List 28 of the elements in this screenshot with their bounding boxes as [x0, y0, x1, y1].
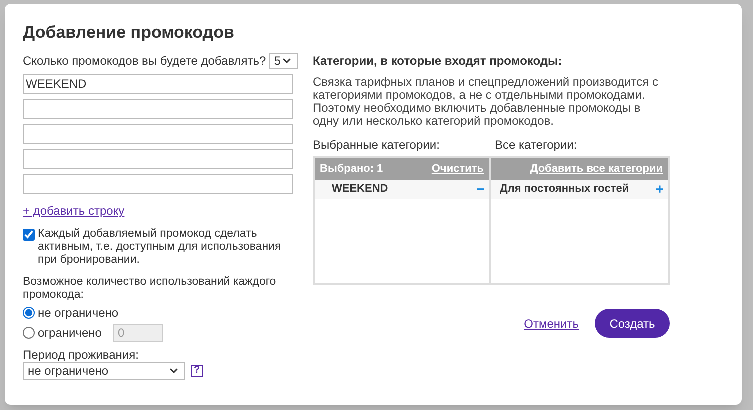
promo-code-field[interactable]: WEEKEND	[23, 74, 293, 94]
promo-code-field[interactable]	[23, 149, 293, 169]
category-row[interactable]: WEEKEND −	[315, 180, 489, 199]
activate-checkbox[interactable]	[23, 229, 35, 241]
usage-option-label: не ограничено	[38, 305, 119, 322]
categories-description: Связка тарифных планов и спецпредложений производится с категориями промокодов, а не с отдельными промокодами. Поэтому необходимо включить добавленные промокоды в одну или несколько категорий промокодов.	[313, 76, 660, 128]
usage-radio[interactable]	[23, 307, 35, 319]
period-label: Период проживания:	[23, 349, 139, 362]
activate-label: Каждый добавляемый промокод сделать активным, т.е. доступным для использования при бронировании.	[38, 228, 282, 267]
selected-count: Выбрано: 1	[320, 162, 384, 177]
help-button[interactable]: ?	[191, 365, 203, 377]
usage-label: Возможное количество использований каждого промокода:	[23, 276, 278, 302]
usage-radio[interactable]	[23, 327, 35, 339]
count-label: Сколько промокодов вы будете добавлять?	[23, 53, 266, 70]
period-select[interactable]: не ограничено	[23, 362, 185, 380]
promo-code-field[interactable]	[23, 124, 293, 144]
promo-code-field[interactable]	[23, 99, 293, 119]
promo-code-field[interactable]	[23, 174, 293, 194]
count-select[interactable]: 5	[269, 53, 298, 69]
dialog-title: Добавление промокодов	[23, 22, 236, 44]
selected-categories-label: Выбранные категории:	[313, 138, 441, 152]
create-button[interactable]: Создать	[595, 309, 670, 338]
add-row-link[interactable]: + добавить строку	[23, 202, 125, 220]
categories-heading: Категории, в которые входят промокоды:	[313, 54, 564, 68]
cancel-link[interactable]: Отменить	[524, 314, 579, 332]
all-categories-label: Все категории:	[495, 138, 578, 152]
usage-option-label: ограничено	[38, 325, 102, 342]
category-row[interactable]: Для постоянных гостей +	[491, 180, 668, 199]
